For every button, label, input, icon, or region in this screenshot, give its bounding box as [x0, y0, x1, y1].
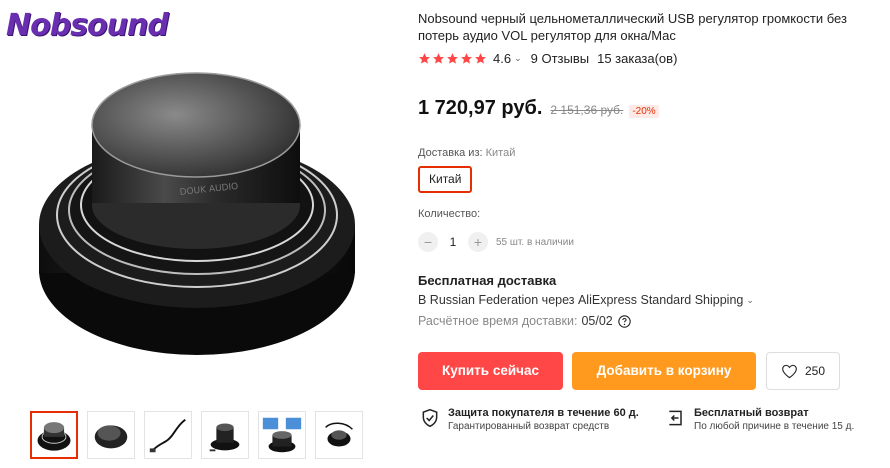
- quantity-value[interactable]: 1: [438, 235, 468, 249]
- buyer-protection: Защита покупателя в течение 60 д. Гарант…: [420, 406, 639, 434]
- thumbnail-knob-with-cable[interactable]: [315, 411, 363, 459]
- ship-from: Доставка из: Китай: [418, 147, 515, 159]
- reviews-link[interactable]: 9 Отзывы: [531, 51, 589, 66]
- star-icon: [433, 53, 444, 64]
- return-icon: [669, 410, 682, 426]
- buyer-protection-title: Защита покупателя в течение 60 д.: [448, 407, 639, 419]
- brand-logo: Nobsound: [6, 8, 169, 43]
- shield-check-icon: [422, 408, 438, 428]
- shipping-method[interactable]: В Russian Federation через AliExpress St…: [418, 293, 754, 307]
- star-icon: [475, 53, 486, 64]
- rating-score: 4.6: [493, 51, 512, 66]
- chevron-down-icon[interactable]: ⌄: [514, 53, 522, 64]
- product-title: Nobsound черный цельнометаллический USB …: [418, 11, 847, 43]
- old-price: 2 151,36 руб.: [550, 103, 624, 117]
- price-block: 1 720,97 руб. 2 151,36 руб. -20%: [418, 97, 659, 120]
- buyer-protection-subtitle: Гарантированный возврат средств: [448, 421, 610, 432]
- orders-count: 15 заказа(ов): [597, 51, 678, 66]
- current-price: 1 720,97 руб.: [418, 97, 543, 119]
- add-to-cart-button[interactable]: Добавить в корзину: [572, 352, 756, 390]
- help-icon[interactable]: [618, 314, 631, 328]
- star-rating: [418, 52, 487, 65]
- delivery-time: Расчётное время доставки: 05/02: [418, 314, 631, 328]
- free-return-subtitle: По любой причине в течение 15 д.: [694, 421, 855, 432]
- quantity-minus-button[interactable]: −: [418, 232, 438, 252]
- main-product-image[interactable]: DOUK AUDIO: [30, 55, 360, 365]
- star-icon: [447, 53, 458, 64]
- stock-available: 55 шт. в наличии: [496, 236, 574, 248]
- country-option-button[interactable]: Китай: [418, 166, 473, 193]
- wishlist-count: 250: [804, 364, 826, 378]
- thumbnail-knob-front[interactable]: [30, 411, 78, 459]
- star-icon: [461, 53, 472, 64]
- discount-badge: -20%: [629, 105, 659, 118]
- shipping-method-text[interactable]: В Russian Federation через AliExpress St…: [418, 293, 743, 307]
- wishlist-button[interactable]: 250: [766, 352, 840, 390]
- product-gallery: Nobsound DOUK AUDIO: [0, 0, 400, 468]
- thumbnail-knob-box[interactable]: [258, 411, 306, 459]
- chevron-down-icon[interactable]: ⌄: [746, 295, 754, 306]
- delivery-time-value: 05/02: [581, 314, 613, 328]
- ship-from-label: Доставка из:: [418, 147, 483, 159]
- rating-row: 4.6 ⌄ 9 Отзывы 15 заказа(ов): [418, 51, 677, 66]
- free-return: Бесплатный возврат По любой причине в те…: [666, 406, 854, 434]
- free-return-title: Бесплатный возврат: [694, 407, 809, 419]
- thumbnail-strip: [30, 411, 363, 459]
- thumbnail-knob-cable[interactable]: [144, 411, 192, 459]
- quantity-plus-button[interactable]: +: [468, 232, 488, 252]
- delivery-time-label: Расчётное время доставки:: [418, 314, 578, 328]
- quantity-stepper: − 1 + 55 шт. в наличии: [418, 232, 574, 252]
- star-icon: [419, 53, 430, 64]
- ship-from-value: Китай: [485, 147, 516, 159]
- product-info: Nobsound черный цельнометаллический USB …: [418, 0, 886, 468]
- buy-now-button[interactable]: Купить сейчас: [418, 352, 563, 390]
- quantity-label: Количество:: [418, 208, 481, 220]
- heart-icon: [782, 364, 797, 378]
- thumbnail-knob-side[interactable]: [201, 411, 249, 459]
- thumbnail-knob-top[interactable]: [87, 411, 135, 459]
- free-shipping-title: Бесплатная доставка: [418, 273, 557, 288]
